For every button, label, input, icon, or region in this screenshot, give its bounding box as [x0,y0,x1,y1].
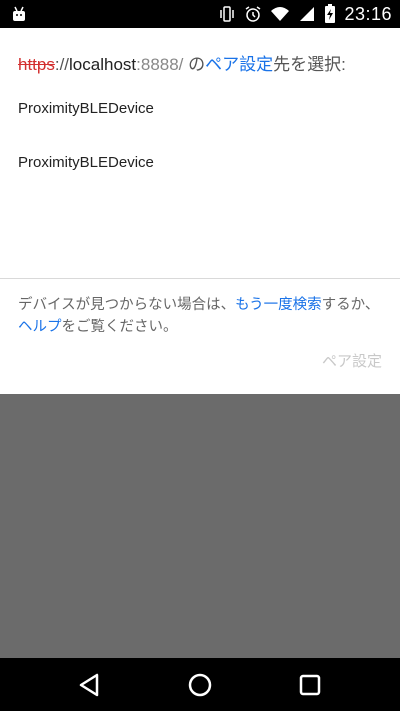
header-text-mid: の [183,55,206,74]
battery-icon [325,4,336,23]
back-icon[interactable] [76,671,104,699]
pair-button[interactable]: ペア設定 [322,350,382,371]
alarm-icon [246,6,261,22]
android-icon [13,6,25,21]
footer-text-middle: するか、 [321,297,380,313]
header-host: localhost [69,55,137,74]
dialog-footer: デバイスが見つからない場合は、もう一度検索するか、ヘルプをご覧ください。 [18,294,384,338]
device-item[interactable]: ProximityBLEDevice [18,154,154,171]
status-time: 23:16 [344,3,392,24]
dialog-header: https://localhost:8888/ のペア設定先を選択: [18,50,388,75]
signal-icon [300,7,315,21]
header-port: :8888/ [136,55,184,74]
bluetooth-chooser-dialog: https://localhost:8888/ のペア設定先を選択: Proxi… [0,28,400,394]
device-item[interactable]: ProximityBLEDevice [18,100,154,117]
vibrate-icon [220,6,235,22]
help-link[interactable]: ヘルプ [18,319,62,335]
status-bar: 23:16 [0,0,400,28]
divider [0,278,400,279]
wifi-icon [271,7,290,21]
header-protocol: https [18,55,55,74]
footer-text-before: デバイスが見つからない場合は、 [18,297,236,313]
footer-text-after: をご覧ください。 [61,319,178,335]
header-pair-link[interactable]: ペア設定 [205,55,273,74]
header-separator: :// [54,55,70,74]
home-icon[interactable] [186,671,214,699]
navigation-bar [0,658,400,711]
recents-icon[interactable] [296,671,324,699]
header-text-end: 先を選択: [273,55,346,74]
rescan-link[interactable]: もう一度検索 [235,297,322,313]
